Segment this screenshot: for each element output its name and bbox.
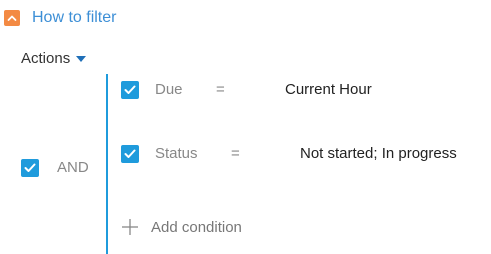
add-condition-button[interactable]: Add condition: [121, 218, 242, 236]
collapse-toggle-button[interactable]: [4, 10, 20, 26]
condition-operator[interactable]: =: [216, 81, 225, 98]
actions-label: Actions: [21, 50, 71, 67]
checkmark-icon: [124, 149, 136, 158]
filter-title-link[interactable]: How to filter: [32, 8, 116, 28]
filter-panel: How to filter Actions AND Due = Current …: [0, 0, 491, 254]
group-bracket-line: [106, 74, 108, 254]
condition-value-due[interactable]: Current Hour: [285, 81, 372, 98]
condition-checkbox-due[interactable]: [121, 81, 139, 99]
add-condition-label: Add condition: [151, 218, 242, 236]
chevron-up-icon: [4, 10, 20, 26]
condition-value-status[interactable]: Not started; In progress: [300, 145, 457, 162]
plus-icon: [122, 219, 138, 235]
condition-operator[interactable]: =: [231, 145, 240, 162]
condition-field-due[interactable]: Due: [155, 81, 183, 98]
condition-checkbox-status[interactable]: [121, 145, 139, 163]
group-logic-toggle[interactable]: AND: [57, 159, 89, 176]
checkmark-icon: [24, 163, 36, 172]
group-checkbox[interactable]: [21, 159, 39, 177]
caret-down-icon: [76, 55, 87, 62]
checkmark-icon: [124, 85, 136, 94]
condition-field-status[interactable]: Status: [155, 145, 198, 162]
actions-menu-button[interactable]: Actions: [21, 50, 87, 67]
